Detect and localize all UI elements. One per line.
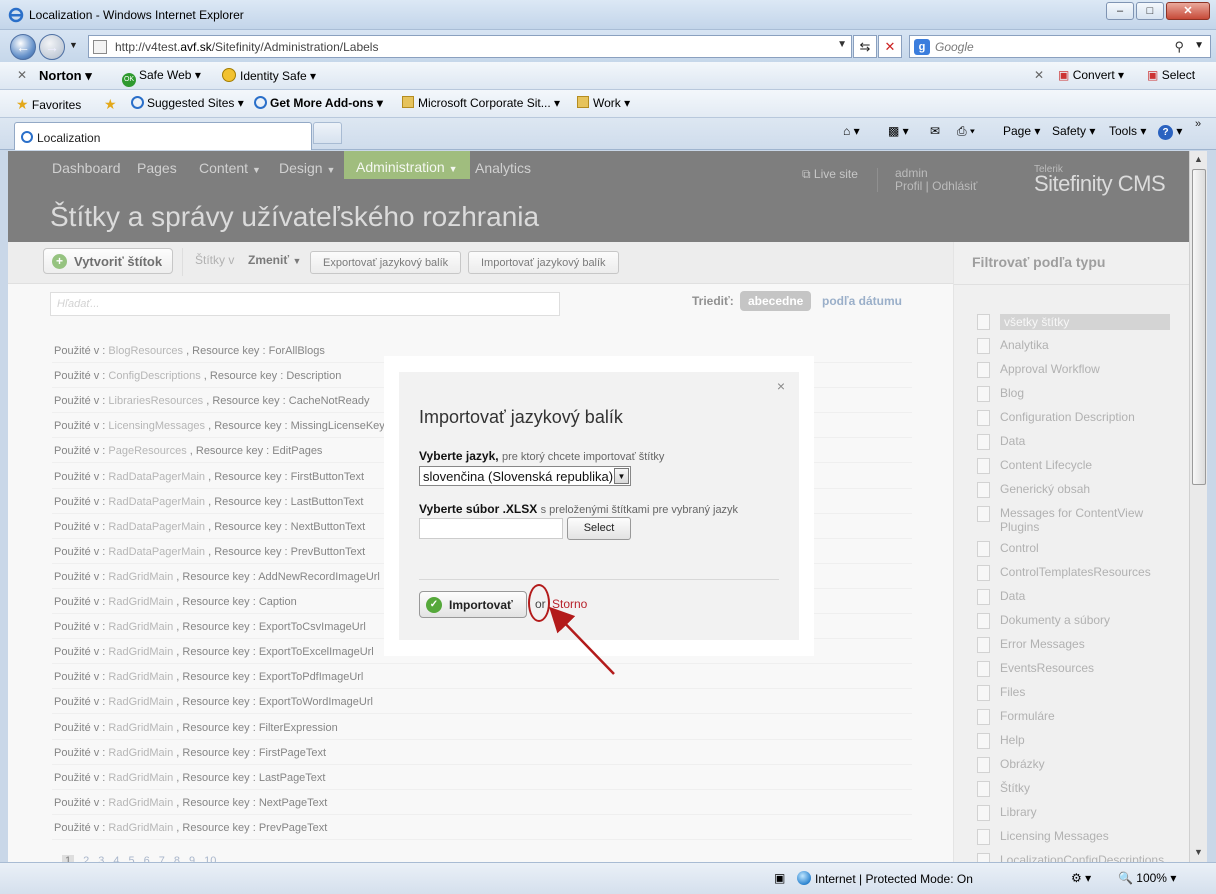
identity-safe-icon: [222, 68, 236, 82]
file-path-field[interactable]: [419, 518, 563, 539]
search-icon[interactable]: ⚲: [1174, 39, 1184, 55]
checkmark-icon: ✓: [426, 597, 442, 613]
ie-icon: [131, 96, 144, 109]
ie-icon: [254, 96, 267, 109]
zone-status[interactable]: Internet | Protected Mode: On: [797, 871, 973, 886]
new-tab-button[interactable]: [313, 122, 342, 144]
protected-mode-icon[interactable]: ⚙ ▾: [1071, 871, 1091, 885]
favorites-button[interactable]: ★ Favorites: [16, 96, 81, 113]
safety-menu[interactable]: Safety ▾: [1052, 124, 1095, 138]
tab-localization[interactable]: Localization: [14, 122, 312, 150]
folder-icon: [577, 96, 589, 108]
close-window-button[interactable]: ✕: [1166, 2, 1210, 20]
window-title: Localization - Windows Internet Explorer: [29, 8, 244, 22]
window-titlebar: Localization - Windows Internet Explorer…: [0, 0, 1216, 30]
norton-toolbar: ✕ Norton ▾ OK Safe Web ▾ Identity Safe ▾ …: [0, 62, 1216, 90]
stop-icon[interactable]: ✕: [878, 35, 902, 58]
print-icon[interactable]: ⎙ ▾: [957, 124, 975, 139]
norton-menu[interactable]: Norton ▾: [39, 68, 92, 84]
add-favorite-icon[interactable]: ★: [104, 96, 117, 113]
help-icon[interactable]: ? ▾: [1158, 124, 1182, 140]
scroll-thumb[interactable]: [1192, 169, 1206, 485]
convert-icon: ▣: [1058, 68, 1070, 82]
select-menu[interactable]: ▣ Select: [1147, 68, 1195, 82]
close-toolbar-icon[interactable]: ✕: [17, 68, 27, 82]
suggested-sites-link[interactable]: Suggested Sites ▾: [131, 96, 244, 110]
google-icon: g: [914, 39, 930, 55]
file-label: Vyberte súbor .XLSX s preloženými štítka…: [419, 502, 739, 516]
home-icon[interactable]: ⌂ ▾: [843, 124, 860, 138]
import-button[interactable]: ✓ Importovať: [419, 591, 527, 618]
search-dropdown-icon[interactable]: ▼: [1194, 40, 1204, 51]
chevron-down-icon[interactable]: ▼: [614, 468, 629, 484]
status-bar: ▣ Internet | Protected Mode: On ⚙ ▾ 🔍 10…: [0, 862, 1216, 894]
ie-icon: [21, 131, 33, 143]
annotation-circle: [528, 584, 550, 622]
work-folder[interactable]: Work ▾: [577, 96, 630, 110]
language-select[interactable]: slovenčina (Slovenská republika) ▼: [419, 466, 631, 486]
scroll-up-icon[interactable]: ▲: [1194, 154, 1203, 164]
ie-logo-icon: [8, 7, 24, 23]
refresh-icon[interactable]: ⇆: [853, 35, 877, 58]
cancel-link[interactable]: Storno: [552, 597, 587, 611]
close-pdf-toolbar-icon[interactable]: ✕: [1034, 68, 1044, 82]
maximize-button[interactable]: □: [1136, 2, 1164, 20]
addons-link[interactable]: Get More Add-ons ▾: [254, 96, 383, 110]
folder-icon: [402, 96, 414, 108]
import-dialog: × Importovať jazykový balík Vyberte jazy…: [384, 356, 814, 656]
close-dialog-icon[interactable]: ×: [777, 378, 785, 394]
zoom-control[interactable]: 🔍 100% ▾: [1118, 871, 1176, 885]
history-dropdown-icon[interactable]: ▼: [69, 40, 78, 50]
globe-icon: [797, 871, 811, 885]
language-label: Vyberte jazyk, pre ktorý chcete importov…: [419, 449, 665, 463]
more-commands-icon[interactable]: »: [1195, 118, 1201, 130]
favorites-bar: ★ Favorites ★ Suggested Sites ▾ Get More…: [0, 90, 1216, 118]
safe-web-icon: OK: [122, 73, 136, 87]
corporate-folder[interactable]: Microsoft Corporate Sit... ▾: [402, 96, 560, 110]
safe-web-menu[interactable]: OK Safe Web ▾: [122, 68, 201, 87]
feeds-icon[interactable]: ▩ ▾: [888, 124, 909, 138]
popup-blocked-icon[interactable]: ▣: [774, 871, 785, 885]
convert-menu[interactable]: ▣ Convert ▾: [1058, 68, 1124, 82]
scroll-down-icon[interactable]: ▼: [1194, 847, 1203, 857]
url-field[interactable]: http://v4test.avf.sk/Sitefinity/Administ…: [88, 35, 852, 58]
url-dropdown-icon[interactable]: ▼: [837, 39, 847, 50]
dialog-title: Importovať jazykový balík: [419, 407, 623, 427]
favorites-star-icon: ★: [16, 96, 29, 112]
forward-button[interactable]: →: [39, 34, 65, 60]
mail-icon[interactable]: ✉: [930, 124, 940, 138]
back-button[interactable]: ←: [10, 34, 36, 60]
search-input[interactable]: g Google ⚲ ▼: [909, 35, 1211, 58]
minimize-button[interactable]: –: [1106, 2, 1134, 20]
page-icon: [93, 40, 107, 54]
identity-safe-menu[interactable]: Identity Safe ▾: [222, 68, 316, 83]
page-scrollbar[interactable]: ▲ ▼: [1189, 151, 1207, 862]
select-icon: ▣: [1147, 68, 1159, 82]
address-bar: ← → ▼ http://v4test.avf.sk/Sitefinity/Ad…: [0, 30, 1216, 62]
page-menu[interactable]: Page ▾: [1003, 124, 1040, 138]
select-file-button[interactable]: Select: [567, 517, 631, 540]
tools-menu[interactable]: Tools ▾: [1109, 124, 1146, 138]
